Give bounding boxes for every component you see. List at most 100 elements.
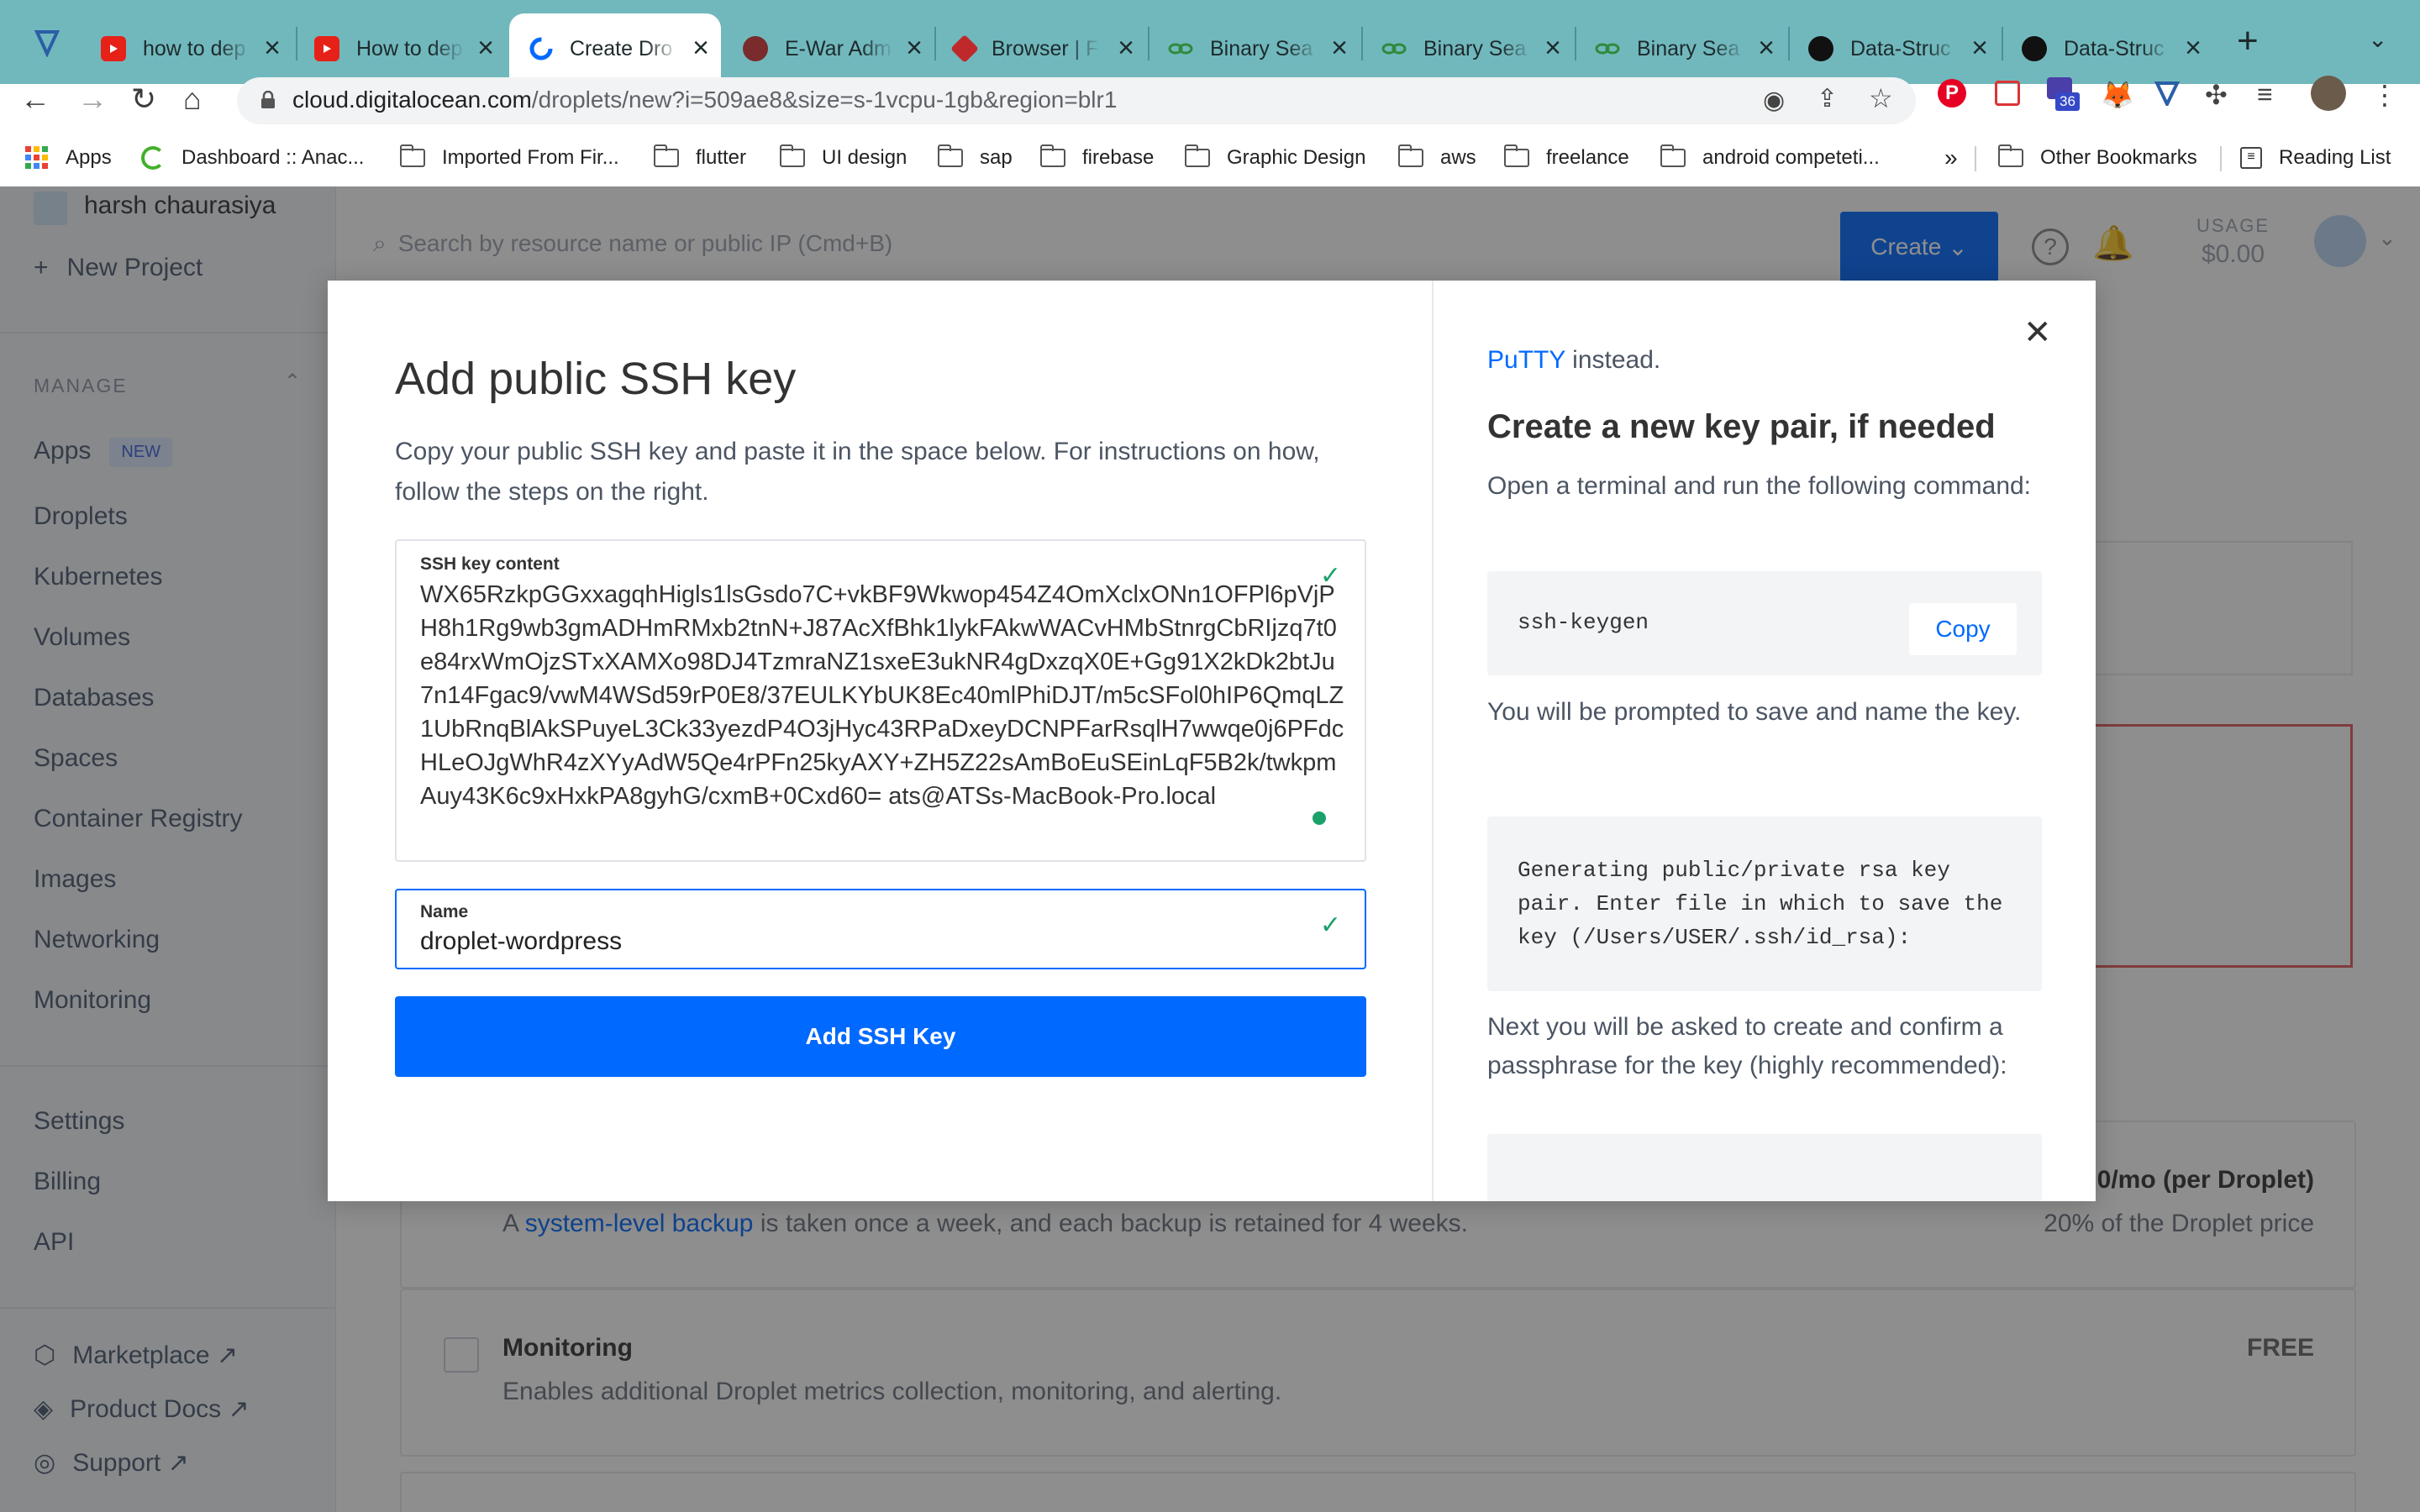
browser-menu-kebab-icon[interactable]: ⋮ [2371, 79, 2398, 111]
bookmark-label: Imported From Fir... [442, 146, 619, 169]
command-text: ssh-keygen [1518, 610, 1649, 635]
close-icon[interactable]: × [1758, 32, 1775, 65]
name-label: Name [420, 902, 469, 921]
tab-search-chevron-icon[interactable]: ⌄ [2368, 25, 2387, 53]
tab-title: Binary Sea [1637, 36, 1740, 60]
folder-icon [654, 144, 679, 167]
media-queue-icon[interactable]: ≡ [2257, 79, 2273, 110]
bookmark-folder-imported[interactable]: Imported From Fir... [400, 138, 619, 178]
tab-7[interactable]: Binary Sea × [1576, 13, 1786, 84]
folder-icon [1998, 144, 2023, 167]
tab-5[interactable]: Binary Sea × [1150, 13, 1360, 84]
bookmark-folder-android[interactable]: android competeti... [1660, 138, 1880, 178]
share-icon[interactable]: ⇪ [1817, 84, 1838, 113]
close-icon[interactable]: ✕ [2023, 316, 2052, 349]
ssh-key-textarea[interactable]: WX65RzkpGGxxagqhHigls1lsGsdo7C+vkBF9Wkwo… [420, 578, 1344, 813]
browser-menu-icon[interactable] [32, 27, 62, 58]
add-ssh-key-label: Add SSH Key [805, 1023, 956, 1049]
tab-6[interactable]: Binary Sea × [1363, 13, 1573, 84]
github-icon [2022, 36, 2047, 61]
metamask-icon[interactable]: 🦊 [2101, 79, 2134, 111]
passphrase-block [1487, 1134, 2042, 1201]
back-icon[interactable]: ← [20, 84, 50, 114]
site-icon [1381, 36, 1407, 61]
folder-icon [1660, 144, 1686, 167]
bookmark-label: Apps [66, 146, 112, 169]
bookmark-apps[interactable]: Apps [25, 138, 112, 178]
new-tab-icon[interactable]: + [2237, 20, 2259, 62]
tab-4[interactable]: Browser | F × [936, 13, 1146, 84]
close-icon[interactable]: × [1331, 32, 1348, 65]
tab-3[interactable]: E-War Adm × [724, 13, 934, 84]
home-icon[interactable]: ⌂ [183, 84, 202, 114]
extension-badge-icon[interactable]: 36 [2047, 77, 2081, 114]
close-icon[interactable]: × [264, 32, 281, 65]
youtube-icon [314, 36, 339, 61]
bookmark-dashboard[interactable]: Dashboard :: Anac... [141, 138, 364, 178]
status-dot [1313, 811, 1326, 825]
name-field[interactable]: Name droplet-wordpress ✓ [395, 889, 1366, 969]
bookmark-label: Reading List [2279, 146, 2391, 169]
ssh-key-content-field[interactable]: SSH key content WX65RzkpGGxxagqhHigls1ls… [395, 539, 1366, 862]
close-icon[interactable]: × [477, 32, 494, 65]
copy-button[interactable]: Copy [1909, 603, 2017, 655]
extensions-puzzle-icon[interactable]: ✣ [2205, 79, 2228, 111]
bookmark-folder-freelance[interactable]: freelance [1504, 138, 1629, 178]
folder-icon [400, 144, 425, 167]
tab-8[interactable]: Data-Struc × [1790, 13, 2000, 84]
instructions-step-2: You will be prompted to save and name th… [1487, 698, 2022, 726]
tab-title: E-War Adm [785, 36, 892, 60]
extension-v-icon[interactable] [2154, 81, 2181, 110]
instructions-step-1: Open a terminal and run the following co… [1487, 472, 2032, 500]
bookmark-folder-ui-design[interactable]: UI design [780, 138, 907, 178]
site-icon [743, 36, 768, 61]
reading-list-button[interactable]: ≡ Reading List [2240, 138, 2391, 178]
pinterest-icon[interactable]: P [1938, 79, 1966, 108]
cookie-icon[interactable]: ◉ [1763, 86, 1785, 115]
bookmark-other[interactable]: Other Bookmarks [1998, 138, 2197, 178]
bookmark-label: flutter [696, 146, 747, 169]
bookmark-label: Dashboard :: Anac... [182, 146, 365, 169]
tab-2-active[interactable]: Create Dro × [509, 13, 721, 84]
bookmark-label: sap [980, 146, 1013, 169]
site-icon [950, 34, 979, 63]
modal-description: Copy your public SSH key and paste it in… [395, 438, 1320, 506]
star-icon[interactable]: ☆ [1869, 82, 1893, 114]
folder-icon [1040, 144, 1065, 167]
name-input[interactable]: droplet-wordpress [420, 927, 622, 956]
extension-calendar-icon[interactable] [1995, 81, 2020, 106]
close-icon[interactable]: × [1971, 32, 1988, 65]
address-bar[interactable]: cloud.digitalocean.com/droplets/new?i=50… [237, 77, 1916, 124]
close-icon[interactable]: × [1544, 32, 1561, 65]
bookmark-folder-flutter[interactable]: flutter [654, 138, 746, 178]
bookmark-folder-firebase[interactable]: firebase [1040, 138, 1154, 178]
tab-0[interactable]: how to dep × [82, 13, 292, 84]
lock-icon [260, 90, 276, 109]
extension-badge-count: 36 [2055, 92, 2080, 111]
putty-link[interactable]: PuTTY [1487, 346, 1565, 374]
bookmark-folder-aws[interactable]: aws [1398, 138, 1476, 178]
close-icon[interactable]: × [906, 32, 923, 65]
profile-avatar[interactable] [2311, 76, 2346, 111]
close-icon[interactable]: × [1118, 32, 1134, 65]
bookmark-label: firebase [1082, 146, 1155, 169]
tab-title: How to dep [356, 36, 463, 60]
tab-1[interactable]: How to dep × [296, 13, 506, 84]
check-icon: ✓ [1319, 911, 1341, 939]
forward-icon[interactable]: → [77, 84, 108, 114]
bookmark-label: Graphic Design [1227, 146, 1366, 169]
bookmarks-overflow-icon[interactable]: » [1944, 138, 1958, 178]
bookmark-folder-sap[interactable]: sap [938, 138, 1013, 178]
modal-form-panel: Add public SSH key Copy your public SSH … [328, 281, 1434, 1201]
modal-title: Add public SSH key [395, 354, 797, 404]
tab-title: Data-Struc [2064, 36, 2165, 60]
instructions-step-3: Next you will be asked to create and con… [1487, 1013, 2007, 1079]
add-ssh-key-button[interactable]: Add SSH Key [395, 996, 1366, 1077]
close-icon[interactable]: × [692, 32, 709, 65]
tab-9[interactable]: Data-Struc × [2003, 13, 2213, 84]
close-icon[interactable]: × [2185, 32, 2202, 65]
url-path: /droplets/new?i=509ae8&size=s-1vcpu-1gb&… [531, 87, 1118, 113]
reload-icon[interactable]: ↻ [131, 84, 156, 114]
bookmark-folder-graphic-design[interactable]: Graphic Design [1185, 138, 1365, 178]
browser-tab-bar: how to dep × How to dep × Create Dro × E… [0, 0, 2420, 84]
